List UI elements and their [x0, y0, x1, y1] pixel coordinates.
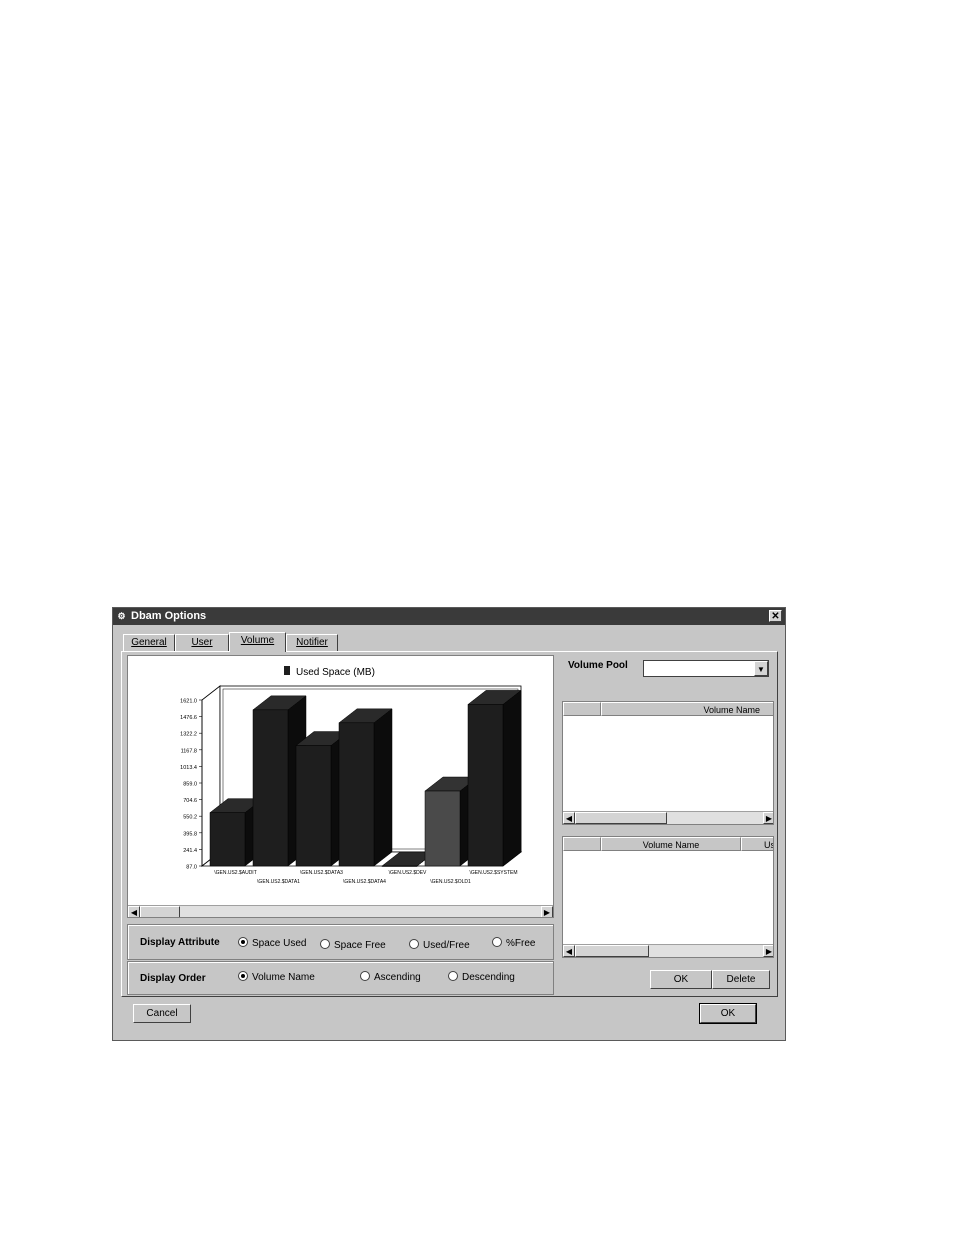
used-space-chart: Used Space (MB) 1621.0 1476.6 1322.2 1167.8 1… [127, 655, 554, 918]
bar [467, 704, 504, 867]
list-top-scrollbar[interactable]: ◀ ▶ [563, 811, 773, 824]
cancel-button[interactable]: Cancel [133, 1004, 191, 1023]
tab-user-label: User [191, 637, 213, 648]
bar [252, 709, 289, 867]
x-tick-label: \GEN.US2.$OLD1 [430, 879, 471, 885]
y-tick-label: 1621.0 [180, 699, 197, 705]
radio-indicator [238, 971, 248, 981]
scroll-thumb[interactable] [140, 906, 180, 917]
x-tick-label: \GEN.US2.$AUDIT [214, 870, 257, 876]
tab-user[interactable]: User [175, 634, 229, 651]
tab-general[interactable]: General [123, 634, 175, 651]
y-tick-label: 550.2 [183, 815, 197, 821]
delete-button[interactable]: Delete [712, 970, 770, 989]
tab-volume[interactable]: Volume [229, 632, 286, 652]
radio-ascending-label: Ascending [374, 972, 421, 983]
chart-svg: Used Space (MB) 1621.0 1476.6 1322.2 1167.8 1… [180, 666, 523, 885]
tab-notifier-label: Notifier [296, 637, 328, 648]
dbam-options-dialog: ⚙ Dbam Options ✕ General User Volume Not… [112, 607, 786, 1041]
scroll-thumb[interactable] [575, 812, 667, 824]
radio-descending[interactable]: Descending [448, 971, 515, 983]
window-title: Dbam Options [131, 610, 207, 622]
display-attribute-label: Display Attribute [140, 937, 220, 948]
radio-descending-label: Descending [462, 972, 515, 983]
radio-indicator [360, 971, 370, 981]
y-tick-label: 1476.6 [180, 715, 197, 721]
scroll-left-button[interactable]: ◀ [563, 945, 575, 957]
y-tick-label: 1167.8 [181, 748, 197, 754]
display-order-label: Display Order [140, 973, 206, 984]
bar [338, 722, 375, 867]
y-tick-label: 241.4 [183, 848, 197, 854]
chevron-down-icon[interactable]: ▼ [754, 661, 768, 676]
radio-used-free-label: Used/Free [423, 940, 470, 951]
bar [295, 745, 332, 867]
list-header-volume-name[interactable]: Volume Name [601, 837, 741, 851]
y-tick-label: 87.0 [186, 865, 197, 871]
ok-button[interactable]: OK [700, 1004, 756, 1023]
tab-general-label: General [131, 637, 167, 648]
y-tick-label: 1322.2 [180, 732, 197, 738]
y-tick-label: 395.8 [183, 831, 197, 837]
display-order-group: Display Order Volume Name Ascending Desc… [127, 961, 554, 995]
bar-side [373, 708, 393, 867]
y-tick-label: 859.0 [183, 782, 197, 788]
chart-horizontal-scrollbar[interactable]: ◀ ▶ [128, 905, 553, 917]
x-tick-label: \GEN.US2.$DATA3 [300, 870, 343, 876]
x-tick-label: \GEN.US2.$SYSTEM [469, 870, 517, 876]
bar [381, 865, 418, 867]
close-button[interactable]: ✕ [769, 610, 782, 622]
radio-indicator [409, 939, 419, 949]
scroll-right-button[interactable]: ▶ [541, 906, 553, 917]
radio-volume-name[interactable]: Volume Name [238, 971, 315, 983]
legend-swatch [284, 666, 290, 675]
radio-volume-name-label: Volume Name [252, 972, 315, 983]
x-tick-label: \GEN.US2.$DATA4 [343, 879, 386, 885]
list-header-volume-name[interactable]: Volume Name [601, 702, 773, 716]
title-bar[interactable]: ⚙ Dbam Options ✕ [113, 608, 785, 625]
pool-ok-button[interactable]: OK [650, 970, 712, 989]
bar [209, 812, 246, 867]
list-bottom-scrollbar[interactable]: ◀ ▶ [563, 944, 773, 957]
legend-label: Used Space (MB) [296, 667, 375, 678]
radio-space-free[interactable]: Space Free [320, 939, 386, 951]
radio-ascending[interactable]: Ascending [360, 971, 421, 983]
scroll-thumb[interactable] [575, 945, 649, 957]
radio-indicator [320, 939, 330, 949]
tab-notifier[interactable]: Notifier [286, 634, 338, 651]
volume-pool-select[interactable]: ▼ [643, 660, 769, 677]
scroll-left-button[interactable]: ◀ [563, 812, 575, 824]
radio-indicator [238, 937, 248, 947]
radio-space-free-label: Space Free [334, 940, 386, 951]
display-attribute-group: Display Attribute Space Used Space Free … [127, 924, 554, 960]
tab-volume-label: Volume [240, 635, 275, 646]
list-header-spacer[interactable] [563, 702, 601, 716]
y-tick-label: 1013.4 [180, 765, 197, 771]
radio-indicator [492, 937, 502, 947]
bar [424, 790, 461, 867]
volume-list-bottom[interactable]: Volume Name Us ◀ ▶ [562, 836, 774, 958]
scroll-right-button[interactable]: ▶ [763, 812, 773, 824]
x-tick-label: \GEN.US2.$DEV [389, 870, 427, 876]
bar-side [502, 689, 522, 867]
y-tick-label: 704.6 [183, 798, 197, 804]
scroll-right-button[interactable]: ▶ [763, 945, 773, 957]
radio-space-used[interactable]: Space Used [238, 937, 306, 949]
volume-pool-label: Volume Pool [568, 660, 628, 671]
volume-list-top[interactable]: Volume Name ◀ ▶ [562, 701, 774, 825]
radio-percent-free-label: %Free [506, 938, 536, 949]
app-icon: ⚙ [117, 611, 126, 621]
list-header-spacer[interactable] [563, 837, 601, 851]
radio-percent-free[interactable]: %Free [492, 937, 535, 949]
radio-indicator [448, 971, 458, 981]
x-tick-label: \GEN.US2.$DATA1 [257, 879, 300, 885]
radio-space-used-label: Space Used [252, 938, 307, 949]
scroll-left-button[interactable]: ◀ [128, 906, 140, 917]
list-header-used[interactable]: Us [741, 837, 773, 851]
radio-used-free[interactable]: Used/Free [409, 939, 470, 951]
